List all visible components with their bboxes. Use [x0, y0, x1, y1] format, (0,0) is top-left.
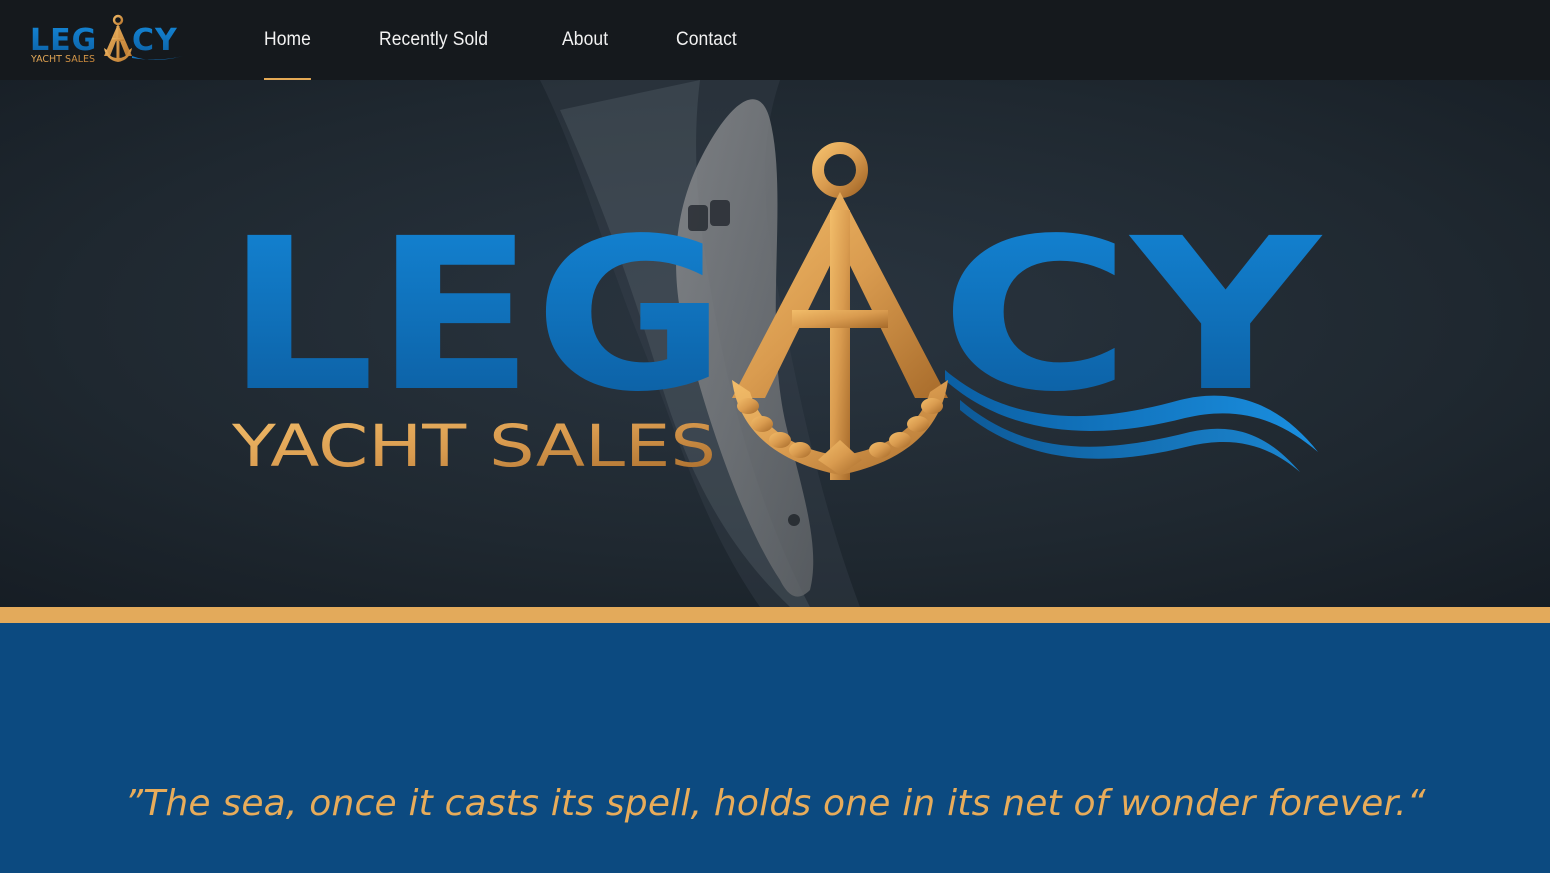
gold-divider	[0, 607, 1550, 623]
hero-logo-word-left: LEG	[226, 193, 726, 438]
main-nav: Home Recently Sold About Contact	[264, 0, 806, 80]
nav-about[interactable]: About	[562, 0, 608, 80]
hero-logo: LEG CY YACHT SALES	[226, 142, 1324, 480]
logo-word-left: LEG	[30, 23, 97, 58]
hero-logo-tagline: YACHT SALES	[231, 412, 716, 480]
logo-word-right: CY	[132, 23, 178, 58]
logo-tagline: YACHT SALES	[30, 54, 95, 65]
site-logo: LEG CY YACHT SALES	[30, 14, 183, 65]
hero-logo-word-right: CY	[940, 193, 1324, 438]
nav-home[interactable]: Home	[264, 0, 312, 80]
nav-recently-sold[interactable]: Recently Sold	[379, 0, 488, 80]
site-logo-link[interactable]: LEG CY YACHT SALES	[28, 12, 188, 68]
anchor-icon	[104, 14, 132, 62]
quote-text: ”The sea, once it casts its spell, holds…	[124, 783, 1426, 824]
hero-banner: LEG CY YACHT SALES	[0, 80, 1550, 607]
quote-section: ”The sea, once it casts its spell, holds…	[0, 623, 1550, 873]
site-header: LEG CY YACHT SALES Home Recently Sold Ab…	[0, 0, 1550, 80]
anchor-icon	[732, 142, 948, 480]
nav-contact[interactable]: Contact	[676, 0, 737, 80]
